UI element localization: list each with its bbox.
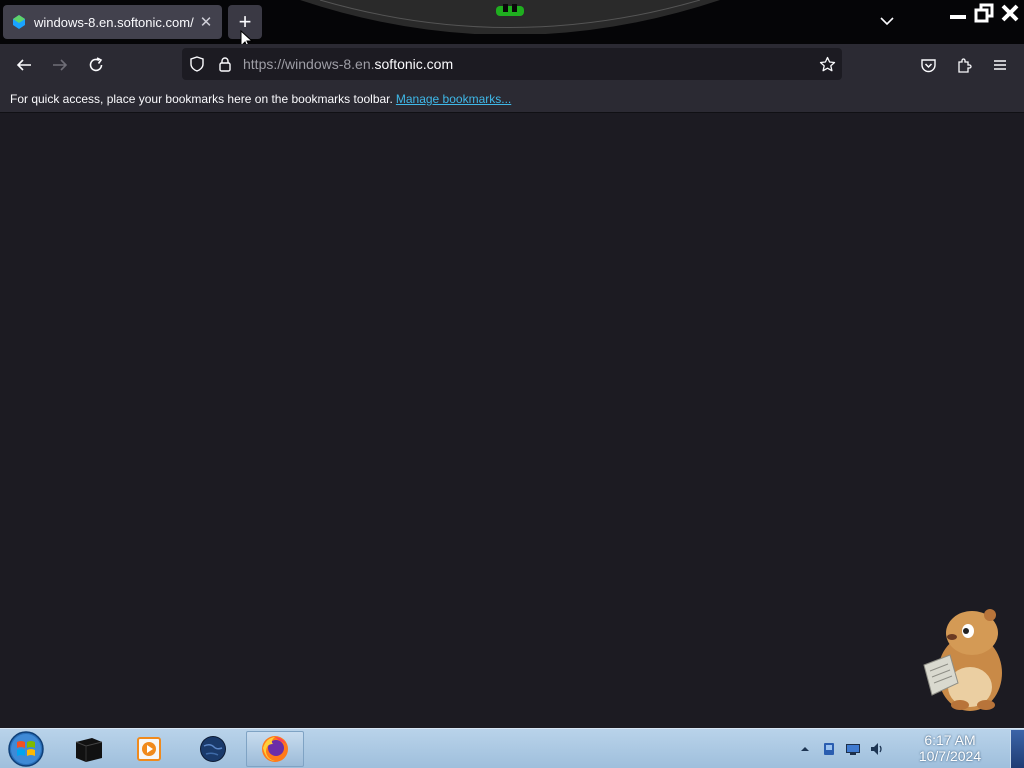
- tracking-protection-shield-icon[interactable]: [188, 55, 206, 73]
- taskbar-clock[interactable]: 6:17 AM 10/7/2024: [898, 732, 1002, 764]
- media-player-icon: [137, 737, 161, 761]
- forward-button[interactable]: [45, 51, 75, 79]
- show-desktop-button[interactable]: [1010, 730, 1024, 768]
- taskbar-terminal-app[interactable]: [60, 731, 118, 767]
- globe-icon: [200, 736, 226, 762]
- hamster-mascot-icon: [923, 609, 1002, 711]
- minimize-icon[interactable]: [948, 3, 968, 23]
- title-bar: windows-8.en.softonic.com/ ✕ +: [0, 0, 1024, 50]
- tab-softonic[interactable]: windows-8.en.softonic.com/ ✕: [3, 5, 222, 39]
- lock-icon[interactable]: [216, 55, 234, 73]
- url-prefix: https://windows-8.en.: [243, 56, 375, 72]
- terminal-box-icon: [75, 738, 103, 762]
- taskbar-firefox-app[interactable]: [246, 731, 304, 767]
- page-content-area[interactable]: [0, 113, 1024, 728]
- clock-time: 6:17 AM: [924, 732, 976, 748]
- restore-icon[interactable]: [974, 3, 994, 23]
- back-button[interactable]: [9, 51, 39, 79]
- bookmarks-toolbar: For quick access, place your bookmarks h…: [0, 86, 1024, 113]
- app-menu-button[interactable]: [985, 51, 1015, 79]
- reload-icon: [89, 57, 103, 72]
- url-text: https://windows-8.en.softonic.com: [243, 56, 453, 72]
- taskbar-media-player-app[interactable]: [120, 731, 178, 767]
- hamburger-menu-icon: [994, 60, 1006, 70]
- list-all-tabs-chevron-icon[interactable]: [876, 10, 898, 32]
- tab-title: windows-8.en.softonic.com/: [34, 14, 194, 30]
- url-domain: softonic.com: [374, 56, 454, 72]
- tray-network-icon[interactable]: [845, 741, 861, 757]
- pocket-button[interactable]: [913, 51, 943, 79]
- taskbar: 6:17 AM 10/7/2024: [0, 728, 1024, 768]
- start-orb-icon[interactable]: [6, 730, 46, 768]
- navigation-toolbar: https://windows-8.en.softonic.com: [0, 44, 1024, 86]
- taskbar-globe-app[interactable]: [184, 731, 242, 767]
- puzzle-piece-icon: [957, 57, 972, 73]
- close-window-icon[interactable]: [1000, 3, 1020, 23]
- window-controls: [948, 3, 1020, 25]
- back-arrow-icon: [16, 59, 31, 71]
- bookmarks-toolbar-message: For quick access, place your bookmarks h…: [10, 92, 393, 106]
- clock-date: 10/7/2024: [918, 748, 982, 764]
- address-bar[interactable]: https://windows-8.en.softonic.com: [182, 48, 842, 80]
- window-frame-ornament: [300, 0, 720, 34]
- manage-bookmarks-link[interactable]: Manage bookmarks...: [396, 92, 511, 106]
- firefox-icon: [262, 736, 288, 762]
- bookmark-star-icon[interactable]: [818, 55, 836, 73]
- pocket-icon: [920, 58, 936, 72]
- tray-volume-icon[interactable]: [869, 741, 885, 757]
- tab-close-icon[interactable]: ✕: [198, 13, 214, 31]
- extensions-button[interactable]: [949, 51, 979, 79]
- tray-device-icon[interactable]: [821, 741, 837, 757]
- reload-button[interactable]: [81, 51, 111, 79]
- tray-expand-arrow-icon[interactable]: [797, 741, 813, 757]
- system-tray: [797, 739, 885, 759]
- softonic-favicon-icon: [13, 15, 25, 29]
- forward-arrow-icon: [53, 59, 68, 71]
